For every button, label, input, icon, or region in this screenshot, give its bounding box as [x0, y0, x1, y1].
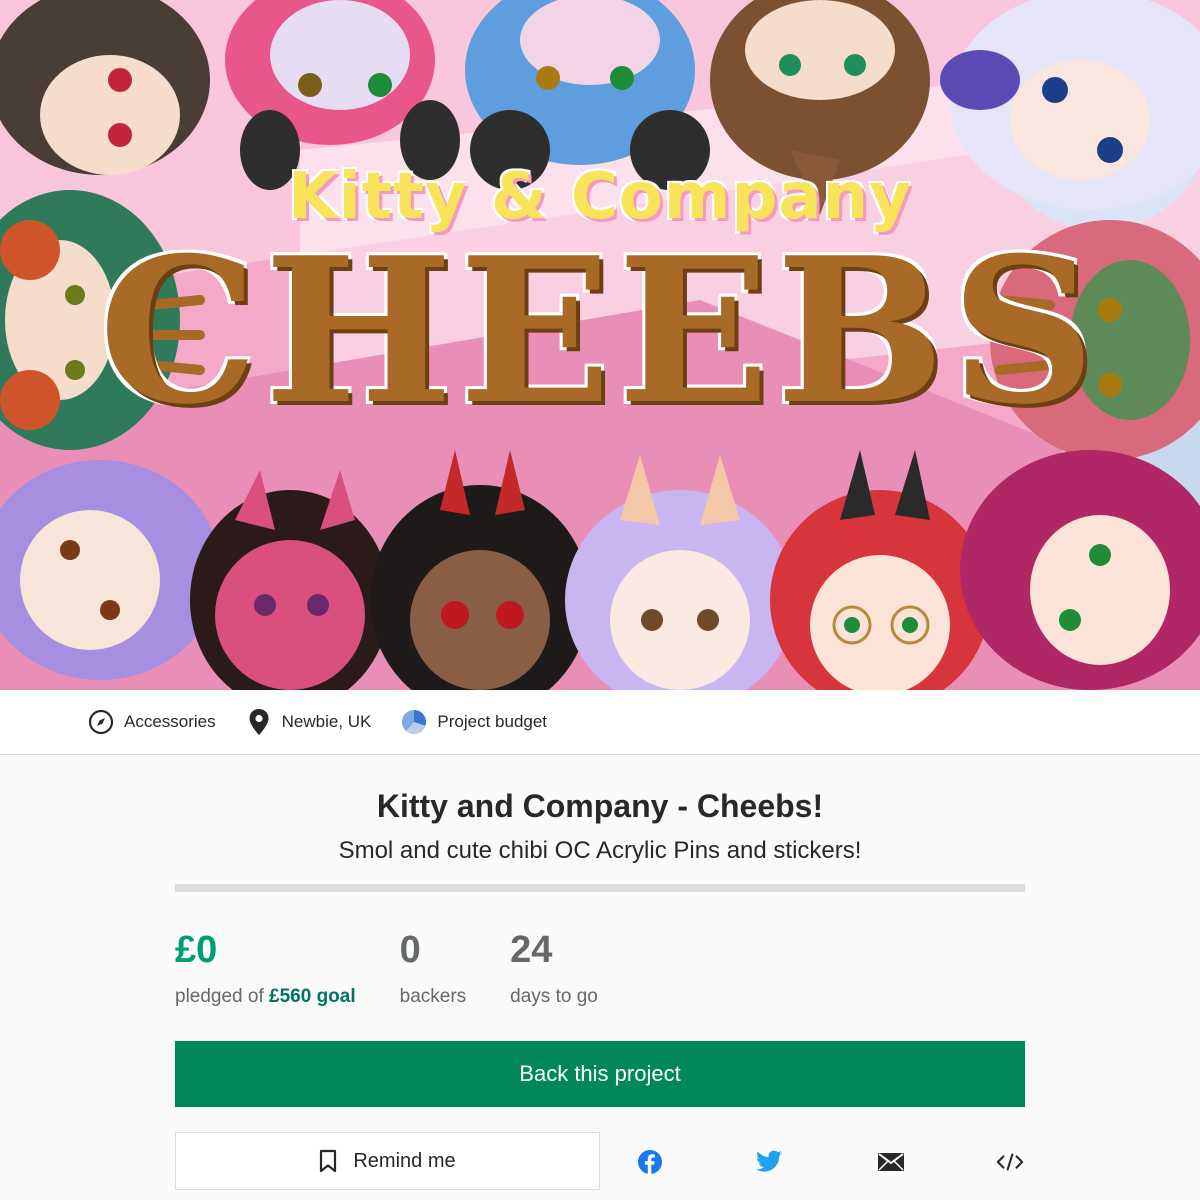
project-stats: £0 pledged of £560 goal 0 backers 24 day… — [175, 928, 1025, 1008]
location-link[interactable]: Newbie, UK — [246, 709, 372, 735]
backers-count: 0 — [399, 929, 421, 971]
funding-progress-bar — [175, 884, 1025, 892]
bookmark-icon — [319, 1149, 337, 1173]
project-summary: Kitty and Company - Cheebs! Smol and cut… — [175, 756, 1025, 1190]
location-pin-icon — [246, 709, 272, 735]
compass-icon — [88, 709, 114, 735]
project-meta-bar: Accessories Newbie, UK Project budget — [0, 690, 1200, 755]
goal-amount: £560 goal — [269, 986, 356, 1007]
category-label: Accessories — [124, 712, 216, 731]
pledged-label: pledged of £560 goal — [175, 986, 356, 1008]
days-stat: 24 days to go — [510, 928, 598, 1008]
hero-title: CHEEBS — [98, 214, 1102, 449]
project-hero-image: Kitty & Company CHEEBS — [0, 0, 1200, 690]
pledged-label-prefix: pledged of — [175, 986, 270, 1007]
remind-me-button[interactable]: Remind me — [175, 1132, 600, 1190]
project-title: Kitty and Company - Cheebs! — [376, 788, 824, 824]
remind-me-label: Remind me — [353, 1149, 456, 1172]
pledged-amount: £0 — [175, 929, 218, 971]
embed-icon[interactable] — [996, 1148, 1024, 1176]
backers-stat: 0 backers — [400, 928, 467, 1008]
category-link[interactable]: Accessories — [88, 709, 216, 735]
twitter-icon[interactable] — [755, 1148, 783, 1176]
days-label: days to go — [510, 986, 598, 1007]
days-count: 24 — [510, 929, 553, 971]
backers-label: backers — [399, 986, 467, 1007]
facebook-icon[interactable] — [636, 1148, 664, 1176]
pledged-stat: £0 pledged of £560 goal — [175, 928, 356, 1008]
project-blurb: Smol and cute chibi OC Acrylic Pins and … — [338, 837, 862, 864]
email-icon[interactable] — [877, 1148, 905, 1176]
location-label: Newbie, UK — [281, 712, 372, 731]
pie-chart-icon — [401, 709, 427, 735]
back-this-project-button[interactable]: Back this project — [175, 1041, 1025, 1107]
project-budget-link[interactable]: Project budget — [401, 709, 547, 735]
project-budget-label: Project budget — [437, 712, 548, 731]
